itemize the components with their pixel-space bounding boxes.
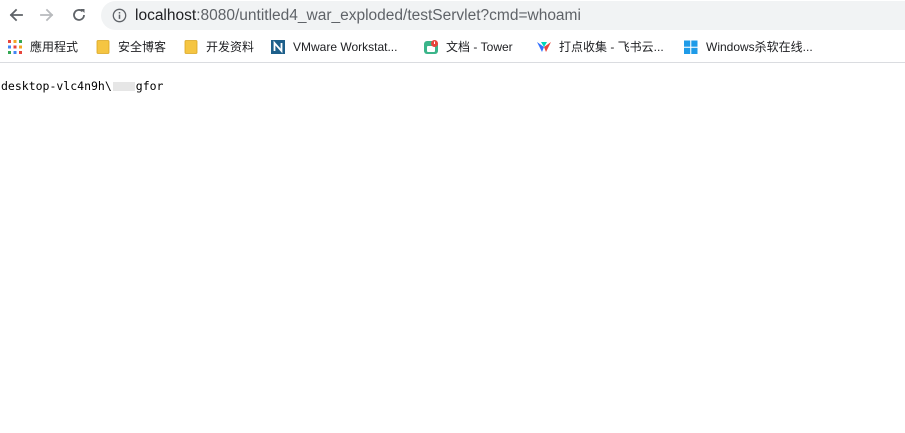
folder-icon (96, 40, 110, 54)
tower-icon (424, 40, 438, 54)
bookmark-label: 安全博客 (118, 40, 167, 54)
output-suffix: gfor (135, 79, 164, 93)
info-icon[interactable] (112, 8, 127, 23)
bookmark-apps[interactable]: 應用程式 (8, 38, 78, 56)
apps-grid-icon (8, 40, 22, 54)
bookmark-label: 开发资料 (206, 40, 255, 54)
forward-arrow-icon (40, 8, 54, 22)
back-button[interactable] (4, 3, 28, 27)
command-output: desktop-vlc4n9h\ gfor (1, 79, 163, 93)
url-text[interactable]: localhost:8080/untitled4_war_exploded/te… (135, 6, 581, 25)
bookmark-security-blog[interactable]: 安全博客 (96, 38, 166, 56)
reload-icon (73, 9, 85, 21)
bookmark-label: 文档 - Tower (446, 40, 513, 54)
url-host: localhost (135, 7, 197, 24)
bookmark-label: Windows杀软在线... (706, 40, 813, 54)
output-prefix: desktop-vlc4n9h\ (1, 79, 112, 93)
bookmark-vmware[interactable]: VMware Workstat... (271, 38, 397, 56)
bookmarks-bar: 應用程式 安全博客 开发资料 VMware Workstat... 文档 - T… (0, 31, 905, 63)
windows-icon (684, 40, 698, 54)
page-content: desktop-vlc4n9h\ gfor (0, 64, 905, 433)
address-bar[interactable]: localhost:8080/untitled4_war_exploded/te… (101, 1, 905, 30)
bookmark-windows-av[interactable]: Windows杀软在线... (684, 38, 813, 56)
forward-button[interactable] (35, 3, 59, 27)
bookmark-dev-docs[interactable]: 开发资料 (184, 38, 254, 56)
bookmark-tower[interactable]: 文档 - Tower (424, 38, 513, 56)
bookmark-label: VMware Workstat... (293, 40, 398, 54)
bookmark-feishu[interactable]: 打点收集 - 飞书云... (537, 38, 664, 56)
back-arrow-icon (9, 8, 23, 22)
vmware-icon (271, 40, 285, 54)
feishu-icon (537, 42, 551, 52)
folder-icon (184, 40, 198, 54)
bookmark-label: 應用程式 (30, 40, 79, 54)
reload-button[interactable] (67, 3, 91, 27)
url-path: :8080/untitled4_war_exploded/testServlet… (196, 7, 581, 24)
browser-toolbar: localhost:8080/untitled4_war_exploded/te… (0, 0, 905, 31)
redacted-block (112, 81, 135, 91)
bookmark-label: 打点收集 - 飞书云... (559, 40, 664, 54)
